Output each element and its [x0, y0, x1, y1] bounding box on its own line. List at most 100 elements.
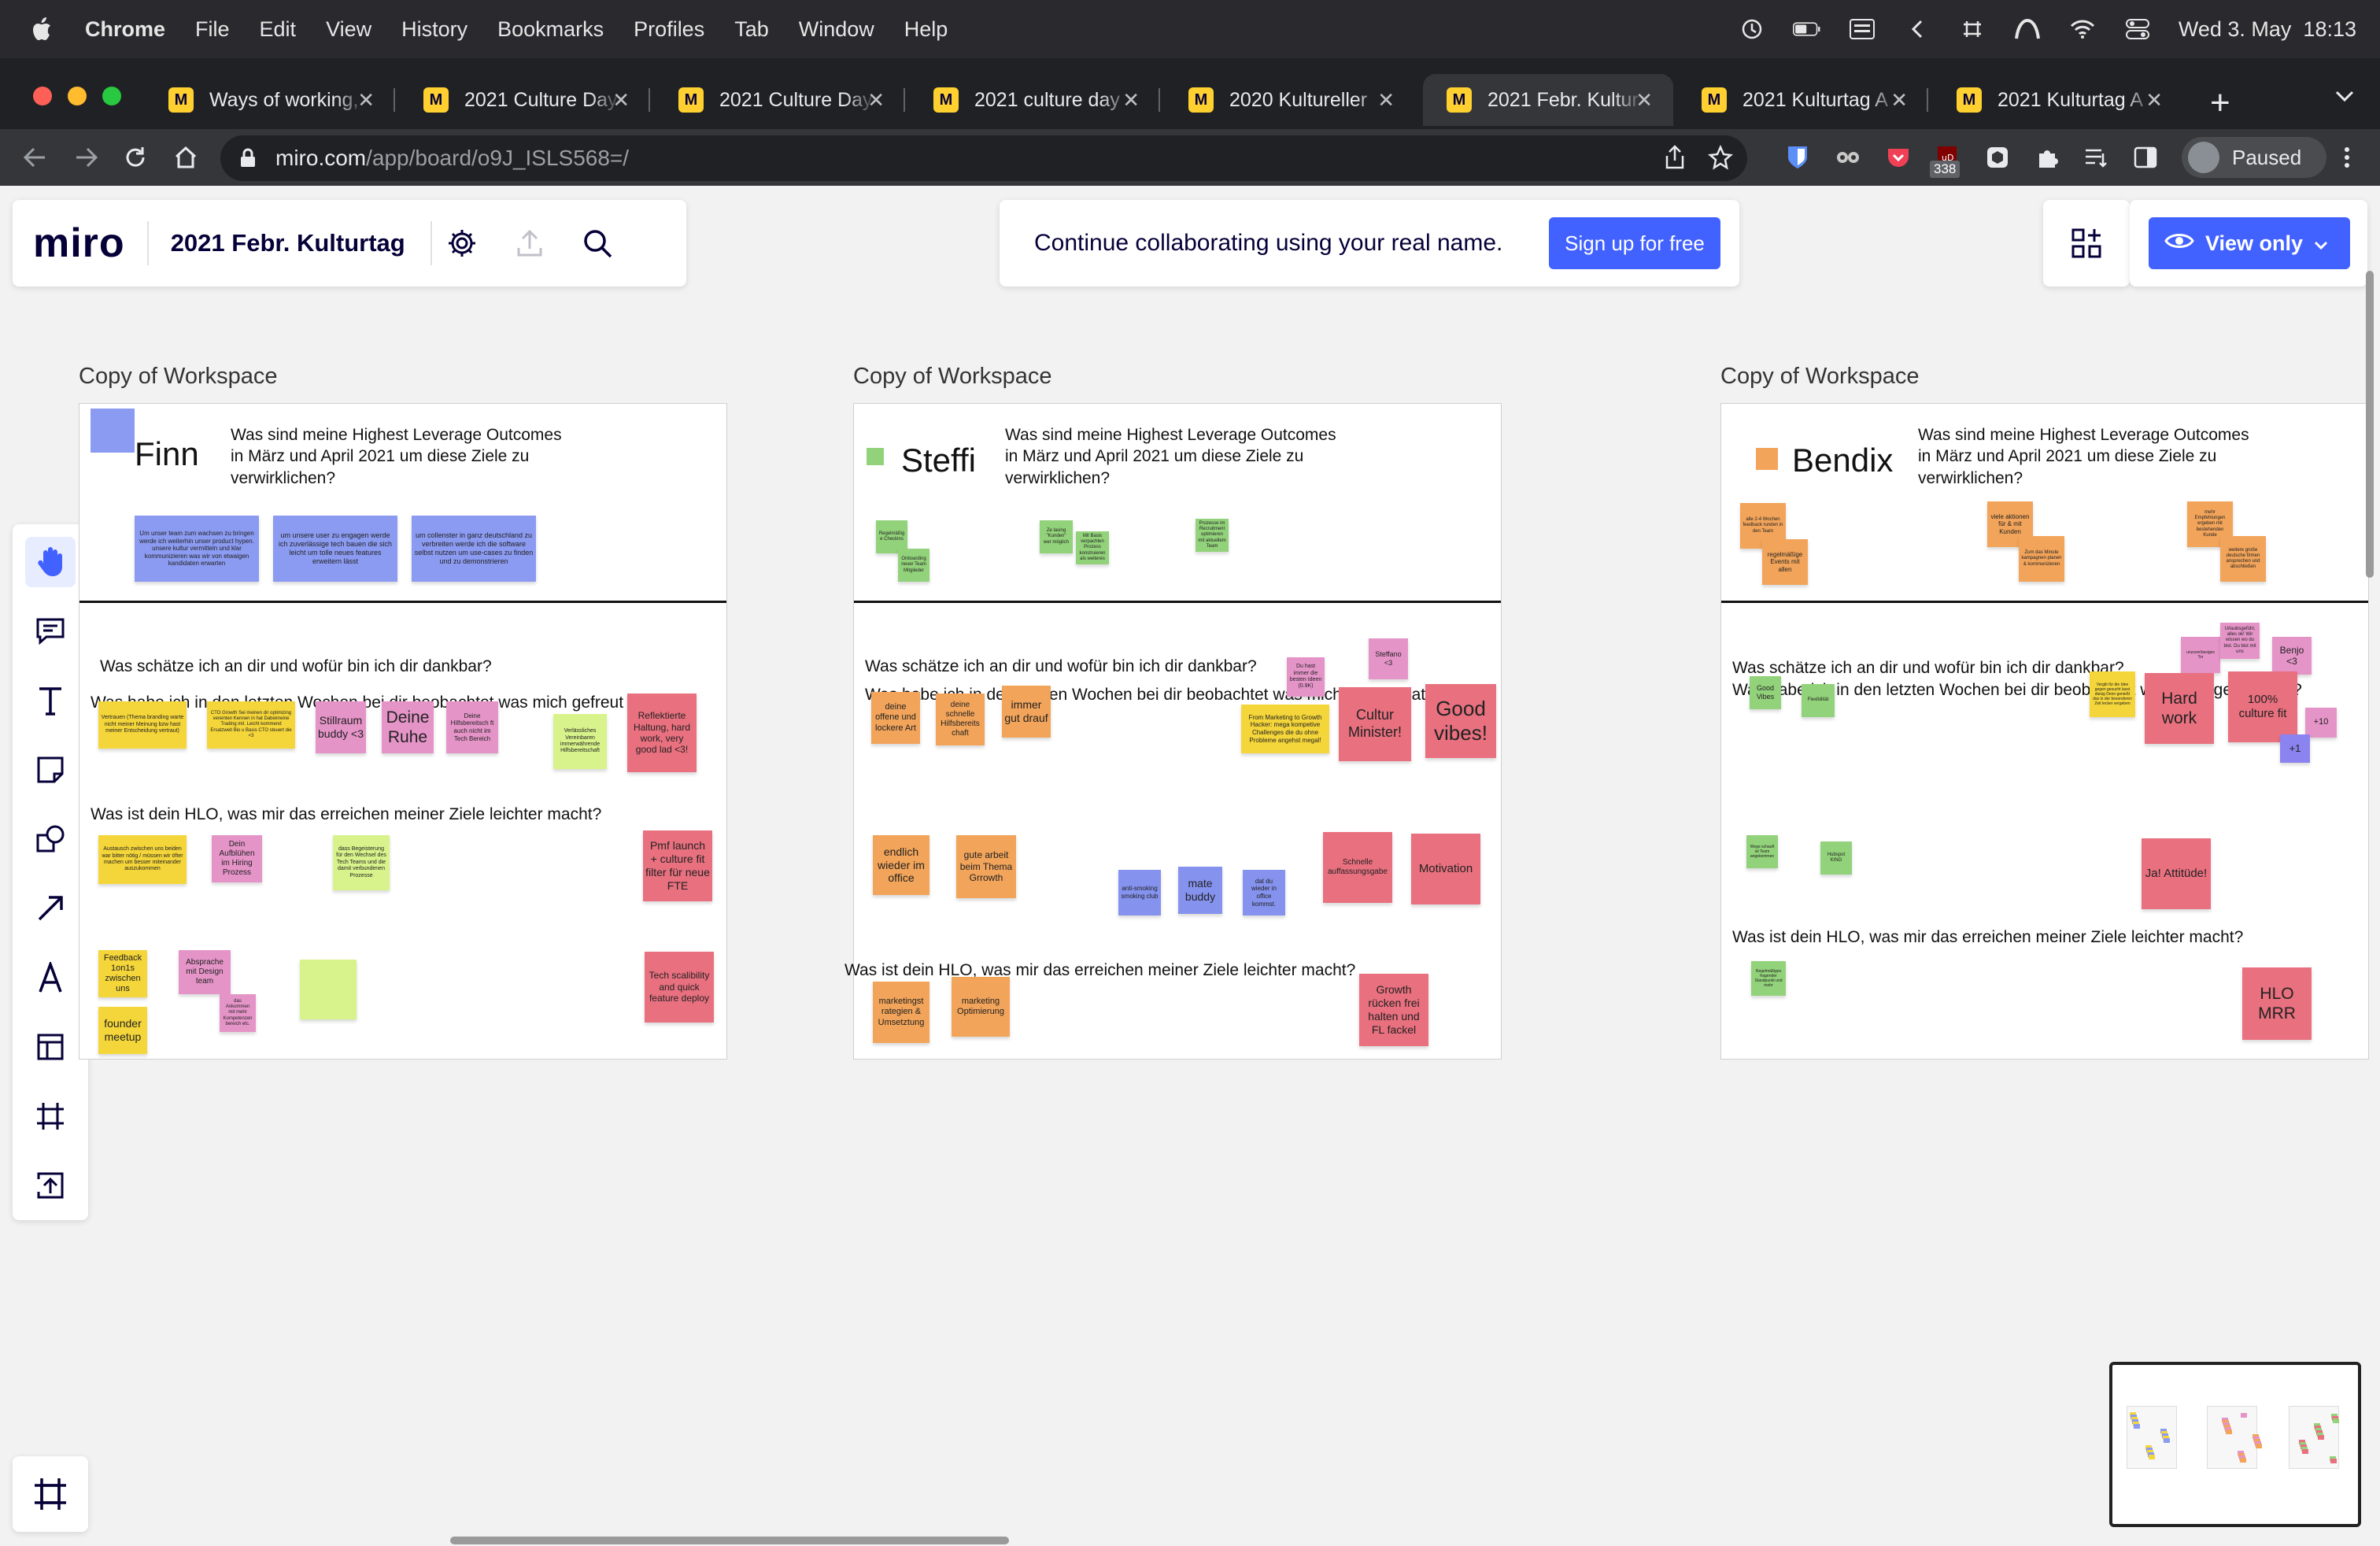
- frame-label[interactable]: Copy of Workspace: [79, 364, 278, 390]
- sticky-note[interactable]: mate buddy: [1178, 867, 1222, 914]
- sticky-note[interactable]: Stillraum buddy <3: [316, 701, 366, 753]
- sticky-note[interactable]: um collenster in ganz deutschland zu ver…: [412, 516, 536, 582]
- settings-gear-icon[interactable]: [438, 220, 486, 267]
- sticky-note[interactable]: Vertrauen (Thema branding warte nicht me…: [98, 701, 187, 749]
- puzzle-extensions-icon[interactable]: [2034, 143, 2062, 172]
- close-tab-icon[interactable]: ✕: [2145, 88, 2163, 113]
- profile-button[interactable]: Paused: [2182, 137, 2326, 178]
- sticky-note[interactable]: Reflektierte Haltung, hard work, very go…: [627, 693, 697, 772]
- sticky-note[interactable]: unzuverlässiges Tor: [2181, 637, 2220, 673]
- sticky-note[interactable]: Prozesse im Recruitment optimieren mit a…: [1196, 519, 1229, 552]
- close-tab-icon[interactable]: ✕: [1122, 88, 1140, 113]
- close-tab-icon[interactable]: ✕: [612, 88, 630, 113]
- pen-icon[interactable]: [25, 952, 76, 1003]
- connection-line-icon[interactable]: [25, 883, 76, 934]
- owl-extension-icon[interactable]: [1834, 143, 1862, 172]
- sticky-note[interactable]: +1: [2280, 734, 2310, 763]
- sticky-note[interactable]: anti-smoking smoking club: [1118, 870, 1161, 915]
- sticky-note[interactable]: Onboarding neuer Team Mitglieder: [898, 549, 929, 582]
- menu-file[interactable]: File: [195, 17, 230, 42]
- sticky-note[interactable]: Tech scalibility and quick feature deplo…: [645, 952, 714, 1023]
- close-tab-icon[interactable]: ✕: [1890, 88, 1908, 113]
- sticky-note[interactable]: Good Vibes: [1750, 676, 1781, 709]
- tab-search-chevron-icon[interactable]: [2334, 90, 2355, 106]
- lock-icon[interactable]: [239, 148, 257, 174]
- board-minimap[interactable]: [2109, 1362, 2361, 1527]
- sticky-note[interactable]: Urlaubsgefühl, alles ok! Wir wissen wo d…: [2220, 623, 2260, 659]
- menu-profiles[interactable]: Profiles: [634, 17, 704, 42]
- sticky-note[interactable]: Feedback 1on1s zwischen uns: [98, 950, 147, 997]
- close-tab-icon[interactable]: ✕: [357, 88, 375, 113]
- browser-tab[interactable]: M Ways of working, ✕: [145, 74, 395, 126]
- control-center-icon[interactable]: [2123, 17, 2152, 41]
- zoom-window-button[interactable]: [102, 87, 121, 105]
- battery-icon[interactable]: [1792, 17, 1821, 41]
- shapes-icon[interactable]: [25, 814, 76, 864]
- sticky-note[interactable]: Ja! Attitüde!: [2142, 838, 2211, 909]
- menu-history[interactable]: History: [401, 17, 468, 42]
- sticky-note[interactable]: dat du wieder in office kommst.: [1243, 870, 1285, 915]
- sticky-note[interactable]: Deine Hilfsbereitsch ft auch nicht im Te…: [446, 701, 498, 753]
- menu-edit[interactable]: Edit: [260, 17, 297, 42]
- more-vertical-icon[interactable]: [2333, 143, 2361, 172]
- arc-icon[interactable]: [2013, 17, 2042, 41]
- wifi-icon[interactable]: [2068, 17, 2097, 41]
- menu-window[interactable]: Window: [799, 17, 874, 42]
- close-tab-icon[interactable]: ✕: [867, 88, 885, 113]
- board-title[interactable]: 2021 Febr. Kulturtag: [171, 229, 405, 257]
- sticky-note[interactable]: dass Begeisterung für den Wechsel des Te…: [333, 835, 390, 890]
- sticky-note[interactable]: marketingst rategien & Umsetztung: [873, 982, 929, 1043]
- sticky-note[interactable]: Pmf launch + culture fit filter für neue…: [643, 830, 712, 901]
- sticky-note[interactable]: Austausch zwischen uns beiden war bitter…: [98, 835, 187, 884]
- side-panel-icon[interactable]: [2131, 143, 2160, 172]
- sticky-note[interactable]: endlich wieder im office: [873, 835, 929, 895]
- sticky-note[interactable]: weitere große deutsche firmen ansprechen…: [2220, 536, 2266, 582]
- menubar-clock[interactable]: Wed 3. May 18:13: [2179, 17, 2356, 42]
- sticky-note[interactable]: regelmäßige Events mit allen: [1762, 539, 1808, 585]
- horizontal-scrollbar[interactable]: [450, 1537, 1009, 1544]
- browser-tab[interactable]: M 2021 Culture Day ✕: [655, 74, 905, 126]
- sticky-note[interactable]: gute arbeit beim Thema Grrowth: [956, 835, 1016, 898]
- sticky-note[interactable]: um unsere user zu engagen werde ich zuve…: [273, 516, 397, 582]
- minimize-window-button[interactable]: [68, 87, 87, 105]
- apple-icon[interactable]: [30, 16, 54, 43]
- search-icon[interactable]: [574, 220, 621, 267]
- sticky-note[interactable]: Hubspot KING: [1820, 841, 1852, 875]
- sticky-note[interactable]: HLO MRR: [2242, 967, 2312, 1040]
- menu-bookmarks[interactable]: Bookmarks: [497, 17, 604, 42]
- share-icon[interactable]: [1664, 145, 1686, 176]
- comment-icon[interactable]: [25, 606, 76, 656]
- hand-pan-icon[interactable]: [25, 537, 76, 587]
- browser-tab[interactable]: M 2020 Kultureller ✕: [1165, 74, 1415, 126]
- pocket-icon[interactable]: [1884, 143, 1913, 172]
- address-bar[interactable]: miro.com/app/board/o9J_ISLS568=/: [220, 135, 1747, 181]
- sticky-note[interactable]: deine schnelle Hilfsbereits chaft: [936, 693, 985, 745]
- templates-icon[interactable]: [25, 1022, 76, 1072]
- sticky-note[interactable]: Wege schauft ist Team angekommen: [1746, 835, 1778, 868]
- home-icon[interactable]: [172, 143, 200, 172]
- sticky-note[interactable]: Absprache mit Design team: [179, 950, 231, 994]
- sticky-note[interactable]: [300, 960, 357, 1019]
- text-tool-icon[interactable]: [25, 675, 76, 726]
- frame-icon[interactable]: [25, 1091, 76, 1141]
- close-tab-icon[interactable]: ✕: [1635, 88, 1653, 113]
- browser-tab[interactable]: M 2021 Kulturtag A ✕: [1933, 74, 2183, 126]
- workspace-frame-bendix[interactable]: Bendix Was sind meine Highest Leverage Ou…: [1720, 403, 2369, 1060]
- board-canvas[interactable]: miro 2021 Febr. Kulturtag Continue colla…: [0, 186, 2380, 1546]
- menu-help[interactable]: Help: [904, 17, 948, 42]
- sticky-note[interactable]: Hard work: [2145, 673, 2214, 744]
- frames-list-icon[interactable]: [13, 1456, 88, 1532]
- sticky-note[interactable]: Good vibes!: [1425, 684, 1496, 758]
- sign-up-button[interactable]: Sign up for free: [1549, 217, 1720, 269]
- time-machine-icon[interactable]: [1738, 17, 1766, 41]
- sticky-note[interactable]: Verlässliches Vereinbaren immerwährende …: [553, 714, 607, 769]
- sticky-note[interactable]: Ze lasing "Kunden" wer möglich: [1040, 520, 1073, 553]
- sticky-note[interactable]: Zum das Minute kampagnen planen & kommun…: [2019, 536, 2064, 582]
- sticky-note[interactable]: Deine Ruhe: [382, 701, 434, 753]
- forward-arrow-icon[interactable]: [72, 143, 101, 172]
- chevron-left-icon[interactable]: [1903, 17, 1931, 41]
- keyboard-icon[interactable]: [1848, 17, 1876, 41]
- view-only-button[interactable]: View only: [2149, 217, 2350, 269]
- sticky-note[interactable]: Vergib für die Idee gegen gesucht lasst …: [2090, 671, 2135, 717]
- sticky-note[interactable]: marketing Optimierung: [952, 977, 1010, 1037]
